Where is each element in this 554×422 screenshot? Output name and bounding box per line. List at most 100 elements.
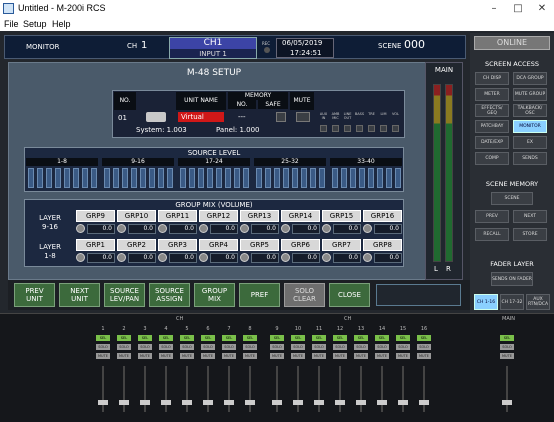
sel-button[interactable]: SEL (138, 335, 152, 341)
source-level-meter[interactable] (131, 168, 137, 188)
solo-button[interactable]: SOLO (417, 344, 431, 350)
mute-button[interactable]: MUTE (417, 353, 431, 359)
solo-button[interactable]: SOLO (201, 344, 215, 350)
fader-handle[interactable] (203, 400, 213, 405)
func-button-solo-clear[interactable]: SOLO CLEAR (284, 283, 325, 307)
solo-button[interactable]: SOLO (159, 344, 173, 350)
volume-knob-icon[interactable] (199, 224, 208, 233)
mute-button[interactable]: MUTE (291, 353, 305, 359)
source-level-meter[interactable] (55, 168, 61, 188)
mute-button[interactable]: MUTE (270, 353, 284, 359)
source-level-meter[interactable] (274, 168, 280, 188)
volume-knob-icon[interactable] (322, 253, 331, 262)
fader-handle[interactable] (335, 400, 345, 405)
group-button[interactable]: GRP9 (76, 210, 115, 222)
volume-knob-icon[interactable] (76, 224, 85, 233)
mute-button[interactable]: MUTE (138, 353, 152, 359)
group-button[interactable]: GRP8 (363, 239, 402, 251)
solo-button[interactable]: SOLO (270, 344, 284, 350)
solo-button[interactable]: SOLO (243, 344, 257, 350)
fader-handle[interactable] (182, 400, 192, 405)
sel-button[interactable]: SEL (500, 335, 514, 341)
layer-ch-1-16-button[interactable]: CH 1-16 (474, 294, 498, 310)
safe-checkbox[interactable] (276, 112, 286, 122)
group-button[interactable]: GRP5 (240, 239, 279, 251)
sel-button[interactable]: SEL (201, 335, 215, 341)
source-level-meter[interactable] (158, 168, 164, 188)
source-level-meter[interactable] (198, 168, 204, 188)
source-level-meter[interactable] (167, 168, 173, 188)
fader-handle[interactable] (224, 400, 234, 405)
source-level-meter[interactable] (301, 168, 307, 188)
menu-setup[interactable]: Setup (23, 19, 47, 29)
volume-knob-icon[interactable] (281, 224, 290, 233)
func-button-close[interactable]: CLOSE (329, 283, 370, 307)
solo-button[interactable]: SOLO (312, 344, 326, 350)
source-level-meter[interactable] (310, 168, 316, 188)
screen-mute-group-button[interactable]: MUTE GROUP (513, 88, 547, 101)
fader-handle[interactable] (119, 400, 129, 405)
scene-store-button[interactable]: STORE (513, 228, 547, 241)
fader-handle[interactable] (98, 400, 108, 405)
group-button[interactable]: GRP11 (158, 210, 197, 222)
online-button[interactable]: ONLINE (474, 36, 550, 50)
source-level-meter[interactable] (46, 168, 52, 188)
source-level-meter[interactable] (104, 168, 110, 188)
source-level-meter[interactable] (332, 168, 338, 188)
volume-knob-icon[interactable] (76, 253, 85, 262)
volume-knob-icon[interactable] (240, 253, 249, 262)
fader-handle[interactable] (161, 400, 171, 405)
group-button[interactable]: GRP3 (158, 239, 197, 251)
group-button[interactable]: GRP6 (281, 239, 320, 251)
screen-monitor-button[interactable]: MONITOR (513, 120, 547, 133)
source-level-meter[interactable] (350, 168, 356, 188)
source-level-meter[interactable] (359, 168, 365, 188)
source-level-meter[interactable] (234, 168, 240, 188)
mute-button[interactable]: MUTE (500, 353, 514, 359)
source-level-meter[interactable] (368, 168, 374, 188)
source-level-meter[interactable] (207, 168, 213, 188)
group-button[interactable]: GRP7 (322, 239, 361, 251)
fader-handle[interactable] (398, 400, 408, 405)
screen-meter-button[interactable]: METER (475, 88, 509, 101)
fader-handle[interactable] (140, 400, 150, 405)
sel-button[interactable]: SEL (117, 335, 131, 341)
sends-on-fader-button[interactable]: SENDS ON FADER (491, 272, 533, 286)
fader-handle[interactable] (272, 400, 282, 405)
mute-button[interactable]: MUTE (333, 353, 347, 359)
sel-button[interactable]: SEL (291, 335, 305, 341)
sel-button[interactable]: SEL (375, 335, 389, 341)
solo-button[interactable]: SOLO (375, 344, 389, 350)
fader-handle[interactable] (502, 400, 512, 405)
screen-talkback-osc-button[interactable]: TALKBACK/ OSC (513, 104, 547, 117)
scene-next-button[interactable]: NEXT (513, 210, 547, 223)
group-button[interactable]: GRP4 (199, 239, 238, 251)
source-level-meter[interactable] (28, 168, 34, 188)
volume-knob-icon[interactable] (281, 253, 290, 262)
group-button[interactable]: GRP12 (199, 210, 238, 222)
fader-handle[interactable] (356, 400, 366, 405)
sel-button[interactable]: SEL (243, 335, 257, 341)
source-level-meter[interactable] (82, 168, 88, 188)
mute-button[interactable]: MUTE (312, 353, 326, 359)
source-level-meter[interactable] (122, 168, 128, 188)
source-level-meter[interactable] (180, 168, 186, 188)
source-level-meter[interactable] (377, 168, 383, 188)
volume-knob-icon[interactable] (240, 224, 249, 233)
sel-button[interactable]: SEL (222, 335, 236, 341)
source-level-meter[interactable] (113, 168, 119, 188)
solo-button[interactable]: SOLO (180, 344, 194, 350)
func-button-next-unit[interactable]: NEXT UNIT (59, 283, 100, 307)
source-level-meter[interactable] (386, 168, 392, 188)
group-button[interactable]: GRP14 (281, 210, 320, 222)
volume-knob-icon[interactable] (117, 253, 126, 262)
menu-help[interactable]: Help (52, 19, 71, 29)
fader-handle[interactable] (314, 400, 324, 405)
func-button-source-lev/pan[interactable]: SOURCE LEV/PAN (104, 283, 145, 307)
layer-ch-17-32-button[interactable]: CH 17-32 (500, 294, 524, 310)
source-level-meter[interactable] (216, 168, 222, 188)
volume-knob-icon[interactable] (363, 253, 372, 262)
layer-aux-rtn-dca-button[interactable]: AUX RTN/DCA (526, 294, 550, 310)
fader-handle[interactable] (245, 400, 255, 405)
solo-button[interactable]: SOLO (138, 344, 152, 350)
